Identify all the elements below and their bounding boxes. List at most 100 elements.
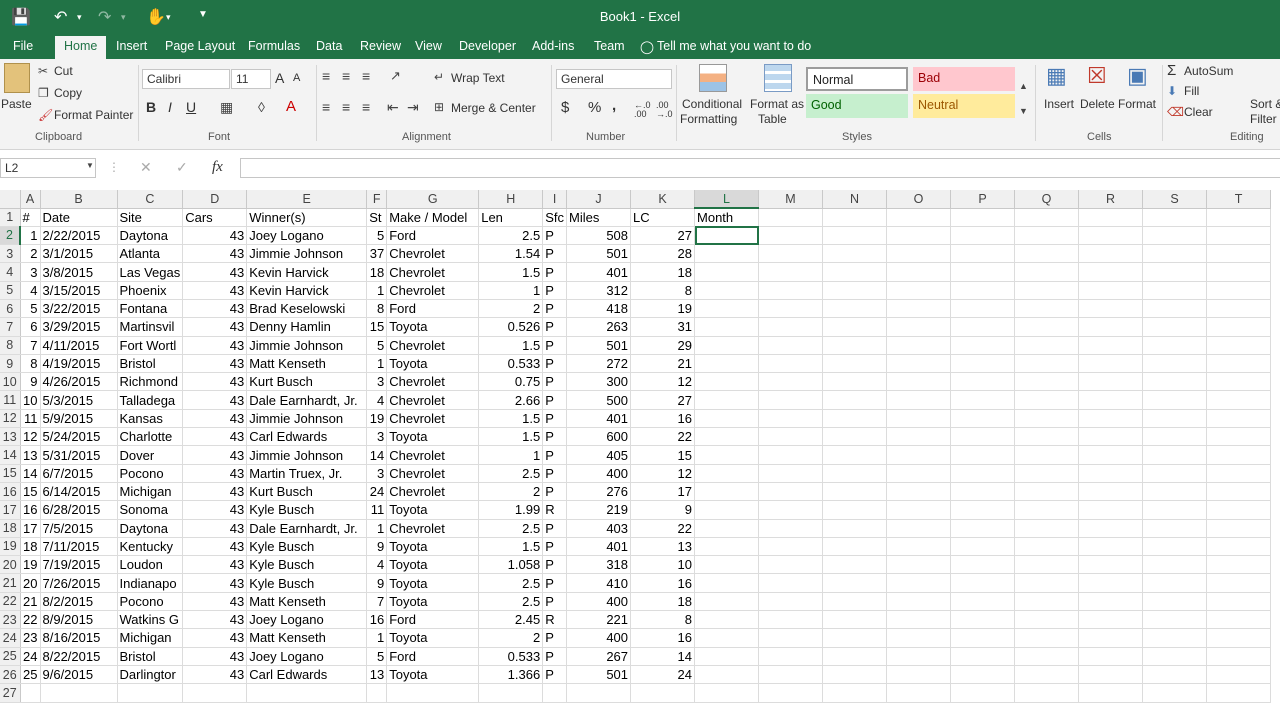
cell-b7[interactable]: 3/29/2015 xyxy=(40,317,118,337)
cell-k22[interactable]: 18 xyxy=(630,592,696,612)
cell-n7[interactable] xyxy=(822,317,888,337)
cell-s20[interactable] xyxy=(1142,555,1208,575)
cell-i26[interactable]: P xyxy=(542,665,568,685)
cell-l4[interactable] xyxy=(694,262,760,282)
row-header[interactable]: 4 xyxy=(0,262,21,282)
tab-formulas[interactable]: Formulas xyxy=(248,39,300,53)
cell-a17[interactable]: 16 xyxy=(20,500,41,520)
cell-m1[interactable] xyxy=(758,208,824,227)
style-normal[interactable]: Normal xyxy=(806,67,908,91)
cell-j4[interactable]: 401 xyxy=(566,262,632,282)
cell-o11[interactable] xyxy=(886,390,952,410)
cell-k9[interactable]: 21 xyxy=(630,354,696,374)
cell-a13[interactable]: 12 xyxy=(20,427,41,447)
conditional-formatting-button-line2[interactable]: Formatting xyxy=(680,112,737,126)
cell-q16[interactable] xyxy=(1014,482,1080,502)
cell-h17[interactable]: 1.99 xyxy=(478,500,544,520)
style-good[interactable]: Good xyxy=(806,94,908,118)
cell-m15[interactable] xyxy=(758,464,824,483)
insert-cells-button[interactable]: Insert xyxy=(1044,97,1074,111)
cell-n13[interactable] xyxy=(822,427,888,447)
cell-i5[interactable]: P xyxy=(542,281,568,300)
cell-b23[interactable]: 8/9/2015 xyxy=(40,610,118,630)
cell-f20[interactable]: 4 xyxy=(366,555,388,575)
cell-f15[interactable]: 3 xyxy=(366,464,388,483)
cell-d25[interactable]: 43 xyxy=(182,647,248,666)
cell-q11[interactable] xyxy=(1014,390,1080,410)
cell-l15[interactable] xyxy=(694,464,760,483)
cell-n15[interactable] xyxy=(822,464,888,483)
column-header-h[interactable]: H xyxy=(478,190,544,209)
cell-s11[interactable] xyxy=(1142,390,1208,410)
number-format-select[interactable]: General xyxy=(556,69,672,89)
cell-r10[interactable] xyxy=(1078,372,1144,392)
cell-m7[interactable] xyxy=(758,317,824,337)
cell-g18[interactable]: Chevrolet xyxy=(386,519,480,538)
cell-c20[interactable]: Loudon xyxy=(117,555,184,575)
cell-a18[interactable]: 17 xyxy=(20,519,41,538)
row-header[interactable]: 17 xyxy=(0,500,21,520)
cell-h4[interactable]: 1.5 xyxy=(478,262,544,282)
cell-n25[interactable] xyxy=(822,647,888,666)
cell-h18[interactable]: 2.5 xyxy=(478,519,544,538)
cell-d18[interactable]: 43 xyxy=(182,519,248,538)
cell-a21[interactable]: 20 xyxy=(20,573,41,593)
cell-n27[interactable] xyxy=(822,683,888,703)
cell-b9[interactable]: 4/19/2015 xyxy=(40,354,118,374)
cell-o4[interactable] xyxy=(886,262,952,282)
cell-h15[interactable]: 2.5 xyxy=(478,464,544,483)
cell-o1[interactable] xyxy=(886,208,952,227)
cell-i10[interactable]: P xyxy=(542,372,568,392)
cell-k24[interactable]: 16 xyxy=(630,628,696,648)
cell-a24[interactable]: 23 xyxy=(20,628,41,648)
cell-l13[interactable] xyxy=(694,427,760,447)
cell-d7[interactable]: 43 xyxy=(182,317,248,337)
cell-s14[interactable] xyxy=(1142,445,1208,465)
cell-s7[interactable] xyxy=(1142,317,1208,337)
row-header[interactable]: 25 xyxy=(0,647,21,666)
cell-e4[interactable]: Kevin Harvick xyxy=(246,262,368,282)
cell-d10[interactable]: 43 xyxy=(182,372,248,392)
cell-q19[interactable] xyxy=(1014,537,1080,557)
cell-i23[interactable]: R xyxy=(542,610,568,630)
column-header-p[interactable]: P xyxy=(950,190,1016,209)
cell-h23[interactable]: 2.45 xyxy=(478,610,544,630)
cell-m20[interactable] xyxy=(758,555,824,575)
cell-c22[interactable]: Pocono xyxy=(117,592,184,612)
cell-s16[interactable] xyxy=(1142,482,1208,502)
column-header-m[interactable]: M xyxy=(758,190,824,209)
cell-b26[interactable]: 9/6/2015 xyxy=(40,665,118,685)
cell-k6[interactable]: 19 xyxy=(630,299,696,319)
cell-b25[interactable]: 8/22/2015 xyxy=(40,647,118,666)
cell-j15[interactable]: 400 xyxy=(566,464,632,483)
cell-a6[interactable]: 5 xyxy=(20,299,41,319)
cell-h2[interactable]: 2.5 xyxy=(478,226,544,246)
cell-i21[interactable]: P xyxy=(542,573,568,593)
paste-icon[interactable] xyxy=(4,63,30,93)
row-header[interactable]: 2 xyxy=(0,226,21,246)
cell-p19[interactable] xyxy=(950,537,1016,557)
cell-d21[interactable]: 43 xyxy=(182,573,248,593)
align-middle-icon[interactable]: ≡ xyxy=(342,68,350,84)
delete-cells-button[interactable]: Delete xyxy=(1080,97,1115,111)
cell-d17[interactable]: 43 xyxy=(182,500,248,520)
cell-q25[interactable] xyxy=(1014,647,1080,666)
cell-k20[interactable]: 10 xyxy=(630,555,696,575)
cell-e1[interactable]: Winner(s) xyxy=(246,208,368,227)
cell-g24[interactable]: Toyota xyxy=(386,628,480,648)
cell-o6[interactable] xyxy=(886,299,952,319)
sort-filter-button[interactable]: Sort & xyxy=(1250,97,1280,111)
cell-a12[interactable]: 11 xyxy=(20,409,41,429)
cell-e21[interactable]: Kyle Busch xyxy=(246,573,368,593)
cell-e25[interactable]: Joey Logano xyxy=(246,647,368,666)
row-header[interactable]: 9 xyxy=(0,354,21,374)
cell-r11[interactable] xyxy=(1078,390,1144,410)
cell-f4[interactable]: 18 xyxy=(366,262,388,282)
cell-c4[interactable]: Las Vegas xyxy=(117,262,184,282)
cell-r16[interactable] xyxy=(1078,482,1144,502)
cell-m24[interactable] xyxy=(758,628,824,648)
cell-b14[interactable]: 5/31/2015 xyxy=(40,445,118,465)
cell-t16[interactable] xyxy=(1206,482,1272,502)
cell-d5[interactable]: 43 xyxy=(182,281,248,300)
row-header[interactable]: 15 xyxy=(0,464,21,483)
